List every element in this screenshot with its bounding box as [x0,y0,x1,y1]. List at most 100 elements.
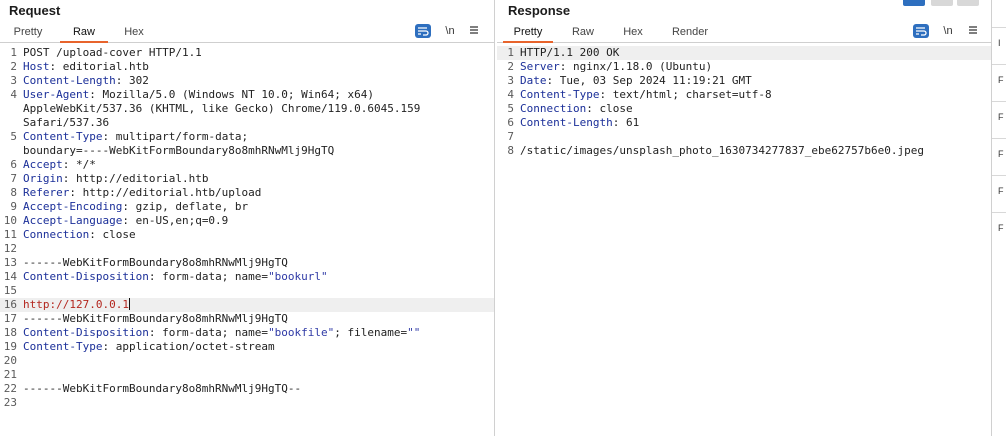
line-number: 9 [10,200,17,213]
request-line[interactable]: 8 Referer: http://editorial.htb/upload [0,186,494,200]
line-content: /static/images/unsplash_photo_1630734277… [520,144,924,158]
request-line[interactable]: 21 [0,368,494,382]
request-editor[interactable]: 1 POST /upload-cover HTTP/1.1 2 Host: edito… [0,46,494,436]
line-number: 14 [3,270,17,283]
inspector-tab[interactable]: F [998,186,1004,196]
layout-split-icon[interactable] [903,0,925,6]
inspector-divider[interactable] [991,0,992,436]
layout-vertical-icon[interactable] [957,0,979,6]
inspector-separator [992,212,1006,213]
request-line[interactable]: 18 Content-Disposition: form-data; name="… [0,326,494,340]
wrap-lines-icon[interactable] [913,24,929,38]
request-line[interactable]: 6 Accept: */* [0,158,494,172]
response-line[interactable]: 6 Content-Length: 61 [497,116,991,130]
highlighted-token: http://127.0.0.1 [23,298,129,311]
header-name: Accept [23,158,63,171]
response-line[interactable]: 3 Date: Tue, 03 Sep 2024 11:19:21 GMT [497,74,991,88]
request-line[interactable]: 22 ------WebKitFormBoundary8o8mhRNwMlj9Hg… [0,382,494,396]
request-line[interactable]: 10 Accept-Language: en-US,en;q=0.9 [0,214,494,228]
inspector-tab[interactable]: F [998,149,1004,159]
request-line[interactable]: boundary=----WebKitFormBoundary8o8mhRNwM… [0,144,494,158]
line-content: boundary=----WebKitFormBoundary8o8mhRNwM… [23,144,334,158]
line-number: 2 [10,60,17,73]
line-number: 19 [3,340,17,353]
request-line[interactable]: 13 ------WebKitFormBoundary8o8mhRNwMlj9Hg… [0,256,494,270]
request-line[interactable]: 7 Origin: http://editorial.htb [0,172,494,186]
wrap-lines-icon[interactable] [415,24,431,38]
menu-icon[interactable] [965,24,981,38]
line-number: 18 [3,326,17,339]
response-line[interactable]: 5 Connection: close [497,102,991,116]
request-line[interactable]: 4 User-Agent: Mozilla/5.0 (Windows NT 10.… [0,88,494,102]
request-line[interactable]: 3 Content-Length: 302 [0,74,494,88]
line-content: Server: nginx/1.18.0 (Ubuntu) [520,60,712,74]
line-content: Content-Length: 302 [23,74,149,88]
inspector-tab[interactable]: F [998,112,1004,122]
request-line[interactable]: 5 Content-Type: multipart/form-data; [0,130,494,144]
response-newline-toggle[interactable]: \n [940,24,956,38]
header-name: Content-Length [23,74,116,87]
request-line[interactable]: 20 [0,354,494,368]
header-name: Content-Disposition [23,326,149,339]
request-line[interactable]: 9 Accept-Encoding: gzip, deflate, br [0,200,494,214]
response-tab-raw[interactable]: Raw [565,24,601,41]
header-name: Date [520,74,547,87]
response-line[interactable]: 1 HTTP/1.1 200 OK [497,46,991,60]
code-text: : close [89,228,136,241]
response-tab-pretty[interactable]: Pretty [503,24,553,43]
line-number: 2 [507,60,514,73]
response-line[interactable]: 2 Server: nginx/1.18.0 (Ubuntu) [497,60,991,74]
line-number: 13 [3,256,17,269]
line-number: 6 [507,116,514,129]
request-line[interactable]: 11 Connection: close [0,228,494,242]
header-name: Content-Disposition [23,270,149,283]
request-line[interactable]: 2 Host: editorial.htb [0,60,494,74]
menu-icon[interactable] [466,24,482,38]
request-line[interactable]: 15 [0,284,494,298]
request-line[interactable]: 14 Content-Disposition: form-data; name="… [0,270,494,284]
code-text: : text/html; charset=utf-8 [599,88,772,101]
inspector-tab[interactable]: I [998,38,1001,48]
response-editor[interactable]: 1 HTTP/1.1 200 OK 2 Server: nginx/1.18.0 (U… [497,46,991,436]
panel-divider[interactable] [494,0,495,436]
request-line[interactable]: AppleWebKit/537.36 (KHTML, like Gecko) C… [0,102,494,116]
response-tab-render[interactable]: Render [667,24,713,41]
line-number: 11 [3,228,17,241]
line-number: 4 [507,88,514,101]
request-line[interactable]: 12 [0,242,494,256]
request-tab-hex[interactable]: Hex [114,24,154,41]
inspector-separator [992,64,1006,65]
request-tab-pretty[interactable]: Pretty [6,24,50,41]
code-text: : application/octet-stream [102,340,275,353]
line-content: Accept-Encoding: gzip, deflate, br [23,200,248,214]
line-content: User-Agent: Mozilla/5.0 (Windows NT 10.0… [23,88,374,102]
inspector-tab[interactable]: F [998,223,1004,233]
header-name: Content-Type [520,88,600,101]
request-newline-toggle[interactable]: \n [442,24,458,38]
request-line[interactable]: 1 POST /upload-cover HTTP/1.1 [0,46,494,60]
response-line[interactable]: 4 Content-Type: text/html; charset=utf-8 [497,88,991,102]
request-line[interactable]: 23 [0,396,494,410]
response-line[interactable]: 8/static/images/unsplash_photo_163073427… [497,144,991,158]
line-number: 15 [3,284,17,297]
request-line[interactable]: 16 http://127.0.0.1 [0,298,494,312]
code-text: /static/images/unsplash_photo_1630734277… [520,144,924,157]
layout-horizontal-icon[interactable] [931,0,953,6]
request-line[interactable]: 17 ------WebKitFormBoundary8o8mhRNwMlj9Hg… [0,312,494,326]
code-text: : http://editorial.htb [62,172,209,185]
line-number: 6 [10,158,17,171]
response-line[interactable]: 7 [497,130,991,144]
request-line[interactable]: Safari/537.36 [0,116,494,130]
request-tab-raw[interactable]: Raw [60,24,108,43]
code-text: : Mozilla/5.0 (Windows NT 10.0; Win64; x… [89,88,375,101]
line-number: 5 [10,130,17,143]
code-text: : form-data; name= [148,270,269,283]
response-tab-hex[interactable]: Hex [615,24,651,41]
code-text: boundary=----WebKitFormBoundary8o8mhRNwM… [23,144,335,157]
line-content: Content-Type: multipart/form-data; [23,130,248,144]
inspector-tab[interactable]: F [998,75,1004,85]
request-line[interactable]: 19 Content-Type: application/octet-stream [0,340,494,354]
line-content: POST /upload-cover HTTP/1.1 [23,46,202,60]
highlighted-token: "bookurl" [268,270,328,283]
line-content: Referer: http://editorial.htb/upload [23,186,261,200]
